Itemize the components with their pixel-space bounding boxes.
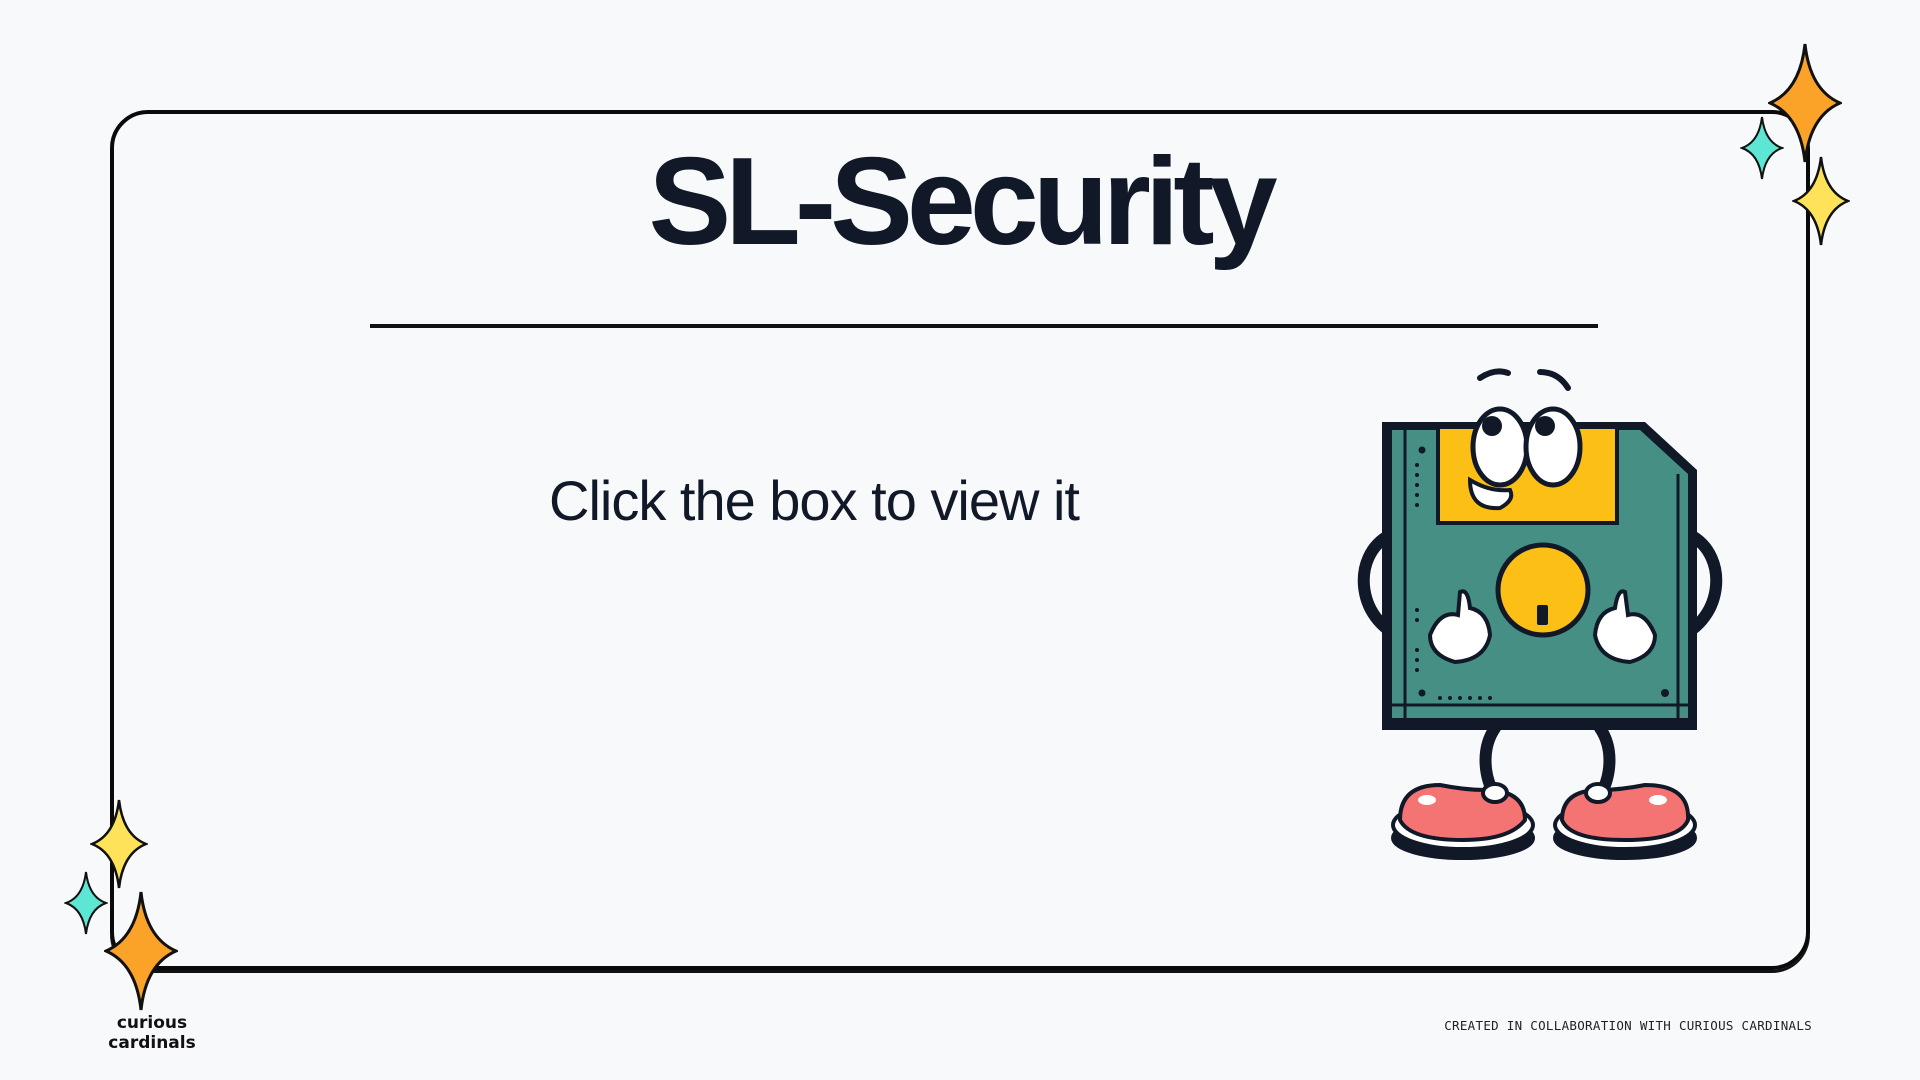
sparkle-yellow-icon [1792, 156, 1850, 246]
floppy-disk-mascot-icon[interactable] [1300, 350, 1750, 910]
sparkle-orange-icon [104, 891, 178, 1011]
sparkle-teal-icon [64, 871, 108, 935]
title-divider [370, 324, 1598, 328]
page-title: SL-Security [648, 133, 1277, 271]
instruction-text[interactable]: Click the box to view it [549, 470, 1080, 532]
sparkle-teal-icon [1740, 116, 1784, 180]
footer-credit: CREATED IN COLLABORATION WITH CURIOUS CA… [1444, 1018, 1812, 1033]
curious-cardinals-logo: curious cardinals [108, 1013, 195, 1053]
svg-text:cardinals: cardinals [108, 1033, 195, 1053]
svg-text:curious: curious [117, 1013, 187, 1033]
